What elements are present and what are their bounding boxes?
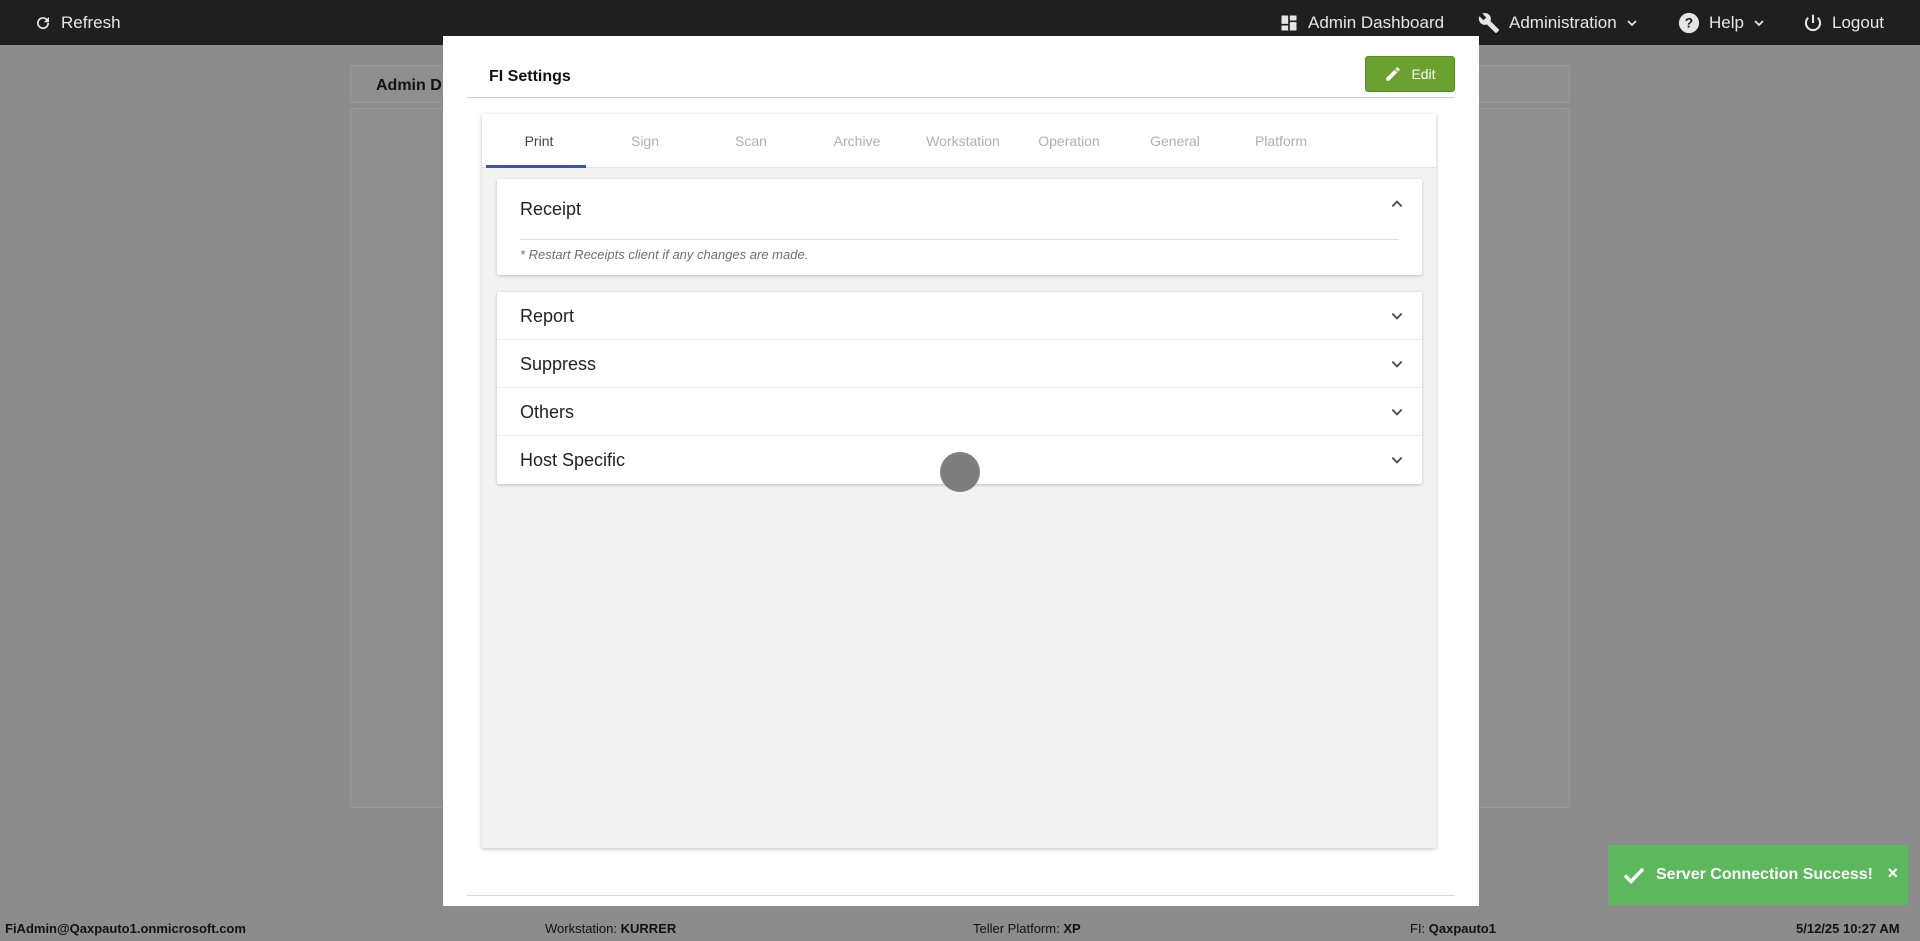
section-host-specific-label: Host Specific <box>520 450 626 470</box>
toast-message: Server Connection Success! <box>1656 866 1873 883</box>
workstation-value: KURRER <box>620 921 677 936</box>
receipt-panel: Receipt * Restart Receipts client if any… <box>497 179 1422 275</box>
chevron-down-icon <box>1391 361 1403 368</box>
status-bar: FiAdmin@Qaxpauto1.onmicrosoft.com Workst… <box>0 916 1920 941</box>
svg-text:?: ? <box>1685 15 1693 30</box>
receipt-divider <box>520 239 1399 240</box>
help-menu[interactable]: ? Help <box>1678 0 1765 45</box>
platform-label: Teller Platform: <box>973 921 1060 936</box>
checkmark-icon <box>1623 867 1645 885</box>
refresh-icon <box>37 16 50 29</box>
status-user: FiAdmin@Qaxpauto1.onmicrosoft.com <box>5 921 246 936</box>
chevron-down-icon <box>1754 19 1764 26</box>
logout-button[interactable]: Logout <box>1803 0 1884 45</box>
modal-title: FI Settings <box>489 68 571 85</box>
status-workstation: Workstation: KURRER <box>545 921 676 936</box>
platform-value: XP <box>1063 921 1081 936</box>
tab-archive[interactable]: Archive <box>804 114 910 168</box>
section-suppress-label: Suppress <box>520 354 597 374</box>
help-icon: ? <box>1678 12 1700 33</box>
status-platform: Teller Platform: XP <box>973 921 1081 936</box>
tab-scan[interactable]: Scan <box>698 114 804 168</box>
settings-tabs: Print Sign Scan Archive Workstation Oper… <box>482 114 1436 168</box>
chevron-up-icon[interactable] <box>1390 197 1404 211</box>
administration-label: Administration <box>1509 12 1617 32</box>
pencil-icon <box>1386 67 1401 81</box>
close-icon[interactable]: × <box>1887 863 1898 884</box>
fi-label: FI: <box>1410 921 1426 936</box>
status-datetime: 5/12/25 10:27 AM <box>1796 921 1900 936</box>
edit-label: Edit <box>1411 66 1436 82</box>
tab-operation[interactable]: Operation <box>1016 114 1122 168</box>
section-suppress[interactable]: Suppress <box>497 340 1422 388</box>
chevron-down-icon <box>1391 457 1403 464</box>
section-report[interactable]: Report <box>497 292 1422 340</box>
section-others[interactable]: Others <box>497 388 1422 436</box>
refresh-label: Refresh <box>61 12 121 32</box>
fi-value: Qaxpauto1 <box>1428 921 1496 936</box>
administration-menu[interactable]: Administration <box>1478 0 1638 45</box>
receipt-note: * Restart Receipts client if any changes… <box>520 247 809 262</box>
tab-platform[interactable]: Platform <box>1228 114 1334 168</box>
modal-header: FI Settings Edit <box>467 56 1455 98</box>
chevron-down-icon <box>1391 409 1403 416</box>
tab-print[interactable]: Print <box>486 114 592 168</box>
section-others-label: Others <box>520 402 575 422</box>
wrench-icon <box>1478 12 1500 33</box>
tab-workstation[interactable]: Workstation <box>910 114 1016 168</box>
section-report-label: Report <box>520 306 575 326</box>
logout-label: Logout <box>1832 12 1884 32</box>
loading-spinner <box>940 452 980 492</box>
refresh-button[interactable]: Refresh <box>34 0 121 45</box>
tab-sign[interactable]: Sign <box>592 114 698 168</box>
tab-general[interactable]: General <box>1122 114 1228 168</box>
power-icon <box>1804 14 1822 31</box>
active-tab-indicator <box>486 165 586 168</box>
help-label: Help <box>1709 12 1744 32</box>
receipt-panel-title[interactable]: Receipt <box>520 199 581 220</box>
success-toast: Server Connection Success! × <box>1608 845 1908 905</box>
admin-dashboard-label: Admin Dashboard <box>1308 12 1445 32</box>
admin-dashboard-title: Admin D <box>376 77 442 94</box>
edit-button[interactable]: Edit <box>1365 56 1455 92</box>
chevron-down-icon <box>1627 19 1637 26</box>
chevron-down-icon <box>1391 313 1403 320</box>
modal-body: Print Sign Scan Archive Workstation Oper… <box>467 98 1455 896</box>
status-fi: FI: Qaxpauto1 <box>1410 921 1496 936</box>
workstation-label: Workstation: <box>545 921 618 936</box>
dashboard-icon <box>1281 15 1297 30</box>
